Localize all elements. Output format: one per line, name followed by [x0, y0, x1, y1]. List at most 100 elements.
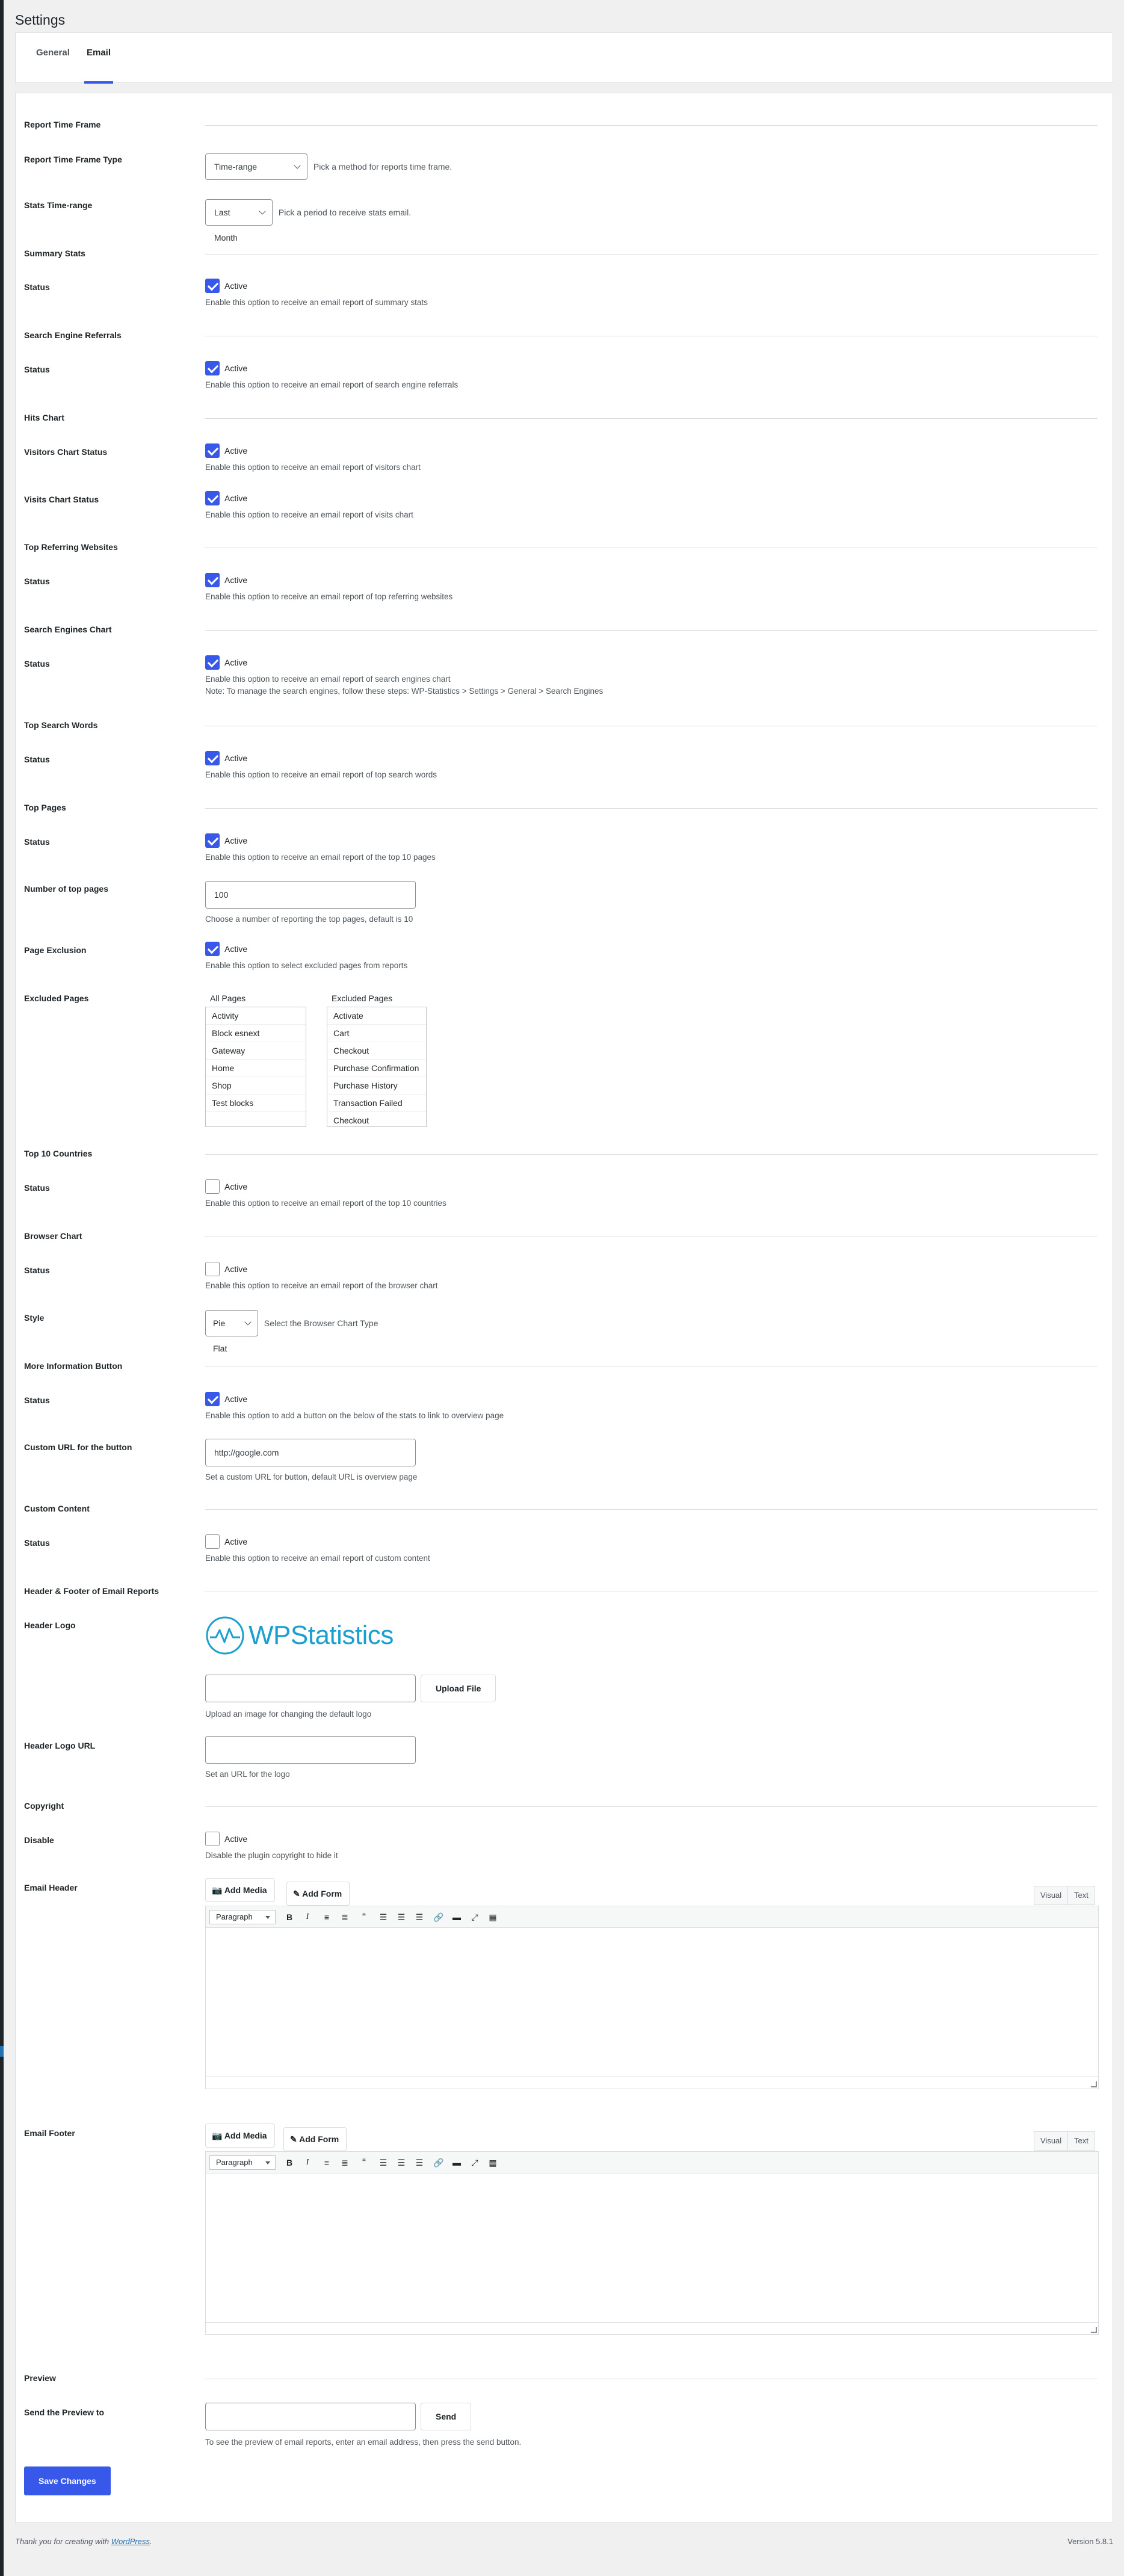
stats-range-select[interactable]: Last Month [205, 199, 273, 242]
list-item[interactable]: Checkout [327, 1042, 426, 1060]
custom-url-input[interactable]: http://google.com [205, 1439, 416, 1466]
chart-style-select[interactable]: Pie Flat [205, 1310, 258, 1353]
admin-menu-edge [0, 0, 4, 2576]
top-search-words-checkbox[interactable] [205, 751, 220, 766]
italic-icon[interactable]: I [300, 1910, 315, 1924]
list-item[interactable]: Block esnext [206, 1025, 306, 1042]
header-visual-tab[interactable]: Visual [1034, 1886, 1069, 1905]
form-icon: ✎ [290, 2134, 297, 2144]
visitors-chart-checkbox[interactable] [205, 443, 220, 459]
all-pages-listbox[interactable]: Activity Block esnext Gateway Home Shop … [205, 1007, 306, 1127]
list-item[interactable]: Shop [206, 1077, 306, 1095]
header-add-media-button[interactable]: 📷 Add Media [205, 1878, 275, 1902]
list-item[interactable]: Transaction Failed [327, 1095, 426, 1112]
email-header-editor[interactable]: Paragraph B I ≡ ≣ “ ☰ ☰ ☰ 🔗 ▬ ⤢ ▦ [205, 1906, 1099, 2089]
preview-email-input[interactable] [205, 2403, 416, 2430]
search-referrals-checkbox[interactable] [205, 361, 220, 376]
bold-icon[interactable]: B [282, 2155, 297, 2170]
list-item[interactable]: Home [206, 1060, 306, 1077]
stats-range-desc: Pick a period to receive stats email. [278, 208, 412, 217]
editor-statusbar [206, 2322, 1098, 2334]
numbered-list-icon[interactable]: ≣ [337, 2155, 353, 2170]
toolbar-toggle-icon[interactable]: ▦ [485, 1910, 501, 1924]
label-status: Status [24, 1395, 50, 1405]
footer-add-form-button[interactable]: ✎ Add Form [283, 2127, 347, 2151]
read-more-icon[interactable]: ▬ [449, 2155, 465, 2170]
header-text-tab[interactable]: Text [1067, 1886, 1095, 1905]
read-more-icon[interactable]: ▬ [449, 1910, 465, 1924]
blockquote-icon[interactable]: “ [356, 2155, 372, 2170]
footer-visual-tab[interactable]: Visual [1034, 2131, 1069, 2151]
list-item[interactable]: Purchase Confirmation [327, 1060, 426, 1077]
checkbox-label: Active [224, 1834, 248, 1844]
section-search-engines-chart: Search Engines Chart [24, 625, 112, 634]
custom-content-checkbox[interactable] [205, 1534, 220, 1549]
preview-desc: To see the preview of email reports, ent… [205, 2438, 522, 2447]
align-center-icon[interactable]: ☰ [394, 1910, 409, 1924]
bullet-list-icon[interactable]: ≡ [319, 2155, 335, 2170]
fullscreen-icon[interactable]: ⤢ [467, 2155, 483, 2170]
toolbar-toggle-icon[interactable]: ▦ [485, 2155, 501, 2170]
top-referring-checkbox[interactable] [205, 573, 220, 588]
resize-handle-icon[interactable] [1091, 2081, 1097, 2087]
page-exclusion-checkbox[interactable] [205, 942, 220, 957]
header-logo-url-input[interactable] [205, 1736, 416, 1764]
label-visits-chart-status: Visits Chart Status [24, 495, 99, 504]
checkbox-label: Active [224, 446, 248, 456]
list-item[interactable]: Activity [206, 1007, 306, 1025]
numbered-list-icon[interactable]: ≣ [337, 1910, 353, 1924]
align-left-icon[interactable]: ☰ [375, 2155, 391, 2170]
wordpress-link[interactable]: WordPress [111, 2537, 150, 2546]
logo-file-input[interactable] [205, 1675, 416, 1702]
disable-copyright-checkbox[interactable] [205, 1832, 220, 1847]
list-item[interactable]: Gateway [206, 1042, 306, 1060]
version-text: Version 5.8.1 [1067, 2537, 1113, 2546]
list-item[interactable]: Test blocks [206, 1095, 306, 1112]
fullscreen-icon[interactable]: ⤢ [467, 1910, 483, 1924]
search-engines-chart-desc: Enable this option to receive an email r… [205, 675, 451, 684]
footer-text-tab[interactable]: Text [1067, 2131, 1095, 2151]
label-email-footer: Email Footer [24, 2128, 75, 2138]
number-top-pages-input[interactable]: 100 [205, 881, 416, 909]
bullet-list-icon[interactable]: ≡ [319, 1910, 335, 1924]
send-button[interactable]: Send [421, 2403, 472, 2430]
time-frame-type-select[interactable]: Time-range [205, 153, 307, 180]
divider [205, 1509, 1098, 1510]
tab-general[interactable]: General [34, 33, 72, 84]
more-info-checkbox[interactable] [205, 1392, 220, 1407]
align-left-icon[interactable]: ☰ [375, 1910, 391, 1924]
save-changes-button[interactable]: Save Changes [24, 2466, 111, 2495]
link-icon[interactable]: 🔗 [431, 2155, 446, 2170]
align-right-icon[interactable]: ☰ [412, 1910, 427, 1924]
number-top-pages-desc: Choose a number of reporting the top pag… [205, 915, 413, 924]
top-countries-checkbox[interactable] [205, 1179, 220, 1194]
top-pages-desc: Enable this option to receive an email r… [205, 853, 436, 862]
header-add-form-button[interactable]: ✎ Add Form [286, 1882, 350, 1906]
footer-add-media-button[interactable]: 📷 Add Media [205, 2124, 275, 2148]
list-item[interactable]: Checkout [327, 1112, 426, 1126]
paragraph-select[interactable]: Paragraph [209, 2155, 276, 2170]
list-item[interactable]: Activate [327, 1007, 426, 1025]
blockquote-icon[interactable]: “ [356, 1910, 372, 1924]
list-item[interactable]: Cart [327, 1025, 426, 1042]
top-pages-checkbox[interactable] [205, 833, 220, 848]
list-item[interactable]: Purchase History [327, 1077, 426, 1095]
upload-file-button[interactable]: Upload File [421, 1675, 496, 1702]
visits-chart-checkbox[interactable] [205, 491, 220, 506]
email-footer-editor[interactable]: Paragraph B I ≡ ≣ “ ☰ ☰ ☰ 🔗 ▬ ⤢ ▦ [205, 2151, 1099, 2335]
summary-stats-checkbox[interactable] [205, 279, 220, 294]
label-number-top-pages: Number of top pages [24, 884, 109, 894]
excluded-pages-listbox[interactable]: Activate Cart Checkout Purchase Confirma… [327, 1007, 427, 1127]
link-icon[interactable]: 🔗 [431, 1910, 446, 1924]
italic-icon[interactable]: I [300, 2155, 315, 2170]
search-engines-chart-checkbox[interactable] [205, 655, 220, 670]
bold-icon[interactable]: B [282, 1910, 297, 1924]
settings-page: Settings General Email Report Time Frame… [15, 11, 1113, 2523]
tab-email[interactable]: Email [84, 33, 114, 84]
label-status: Status [24, 1538, 50, 1548]
align-center-icon[interactable]: ☰ [394, 2155, 409, 2170]
align-right-icon[interactable]: ☰ [412, 2155, 427, 2170]
resize-handle-icon[interactable] [1091, 2327, 1097, 2333]
paragraph-select[interactable]: Paragraph [209, 1910, 276, 1924]
browser-chart-checkbox[interactable] [205, 1262, 220, 1277]
